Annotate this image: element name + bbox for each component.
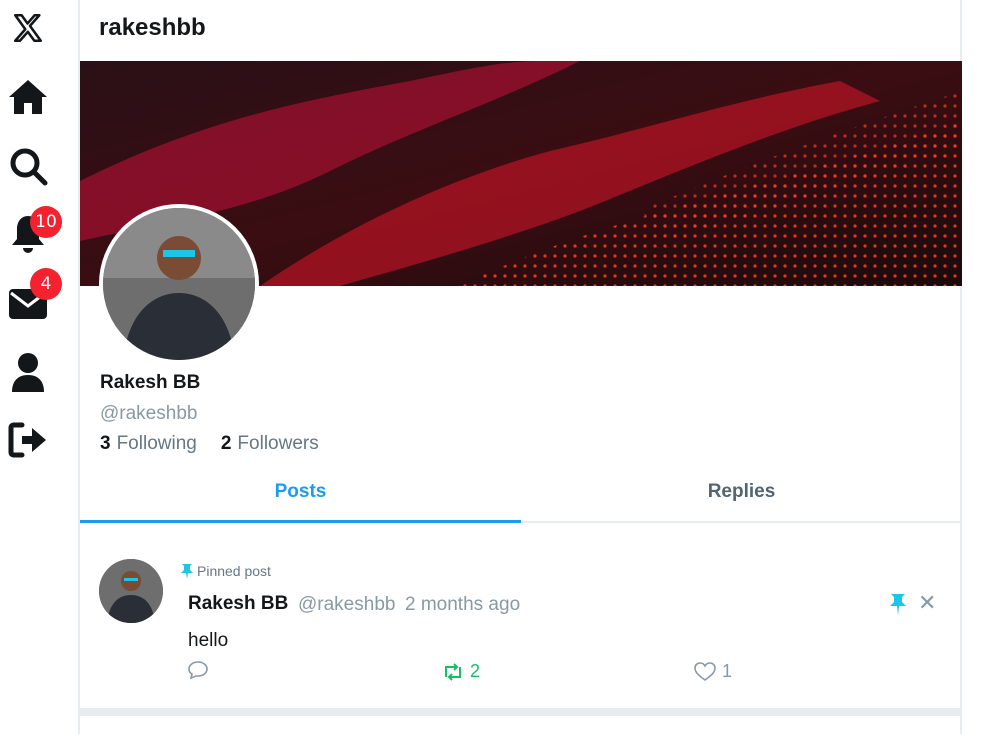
pin-small-icon: [181, 564, 193, 579]
tab-posts[interactable]: Posts: [80, 462, 521, 523]
messages-icon[interactable]: 4: [6, 268, 62, 326]
next-post-card: [80, 714, 962, 738]
search-icon[interactable]: [6, 144, 50, 188]
like-count: 1: [722, 661, 733, 681]
pinned-post-card[interactable]: Pinned post Rakesh BB @rakeshbb 2 months…: [80, 521, 962, 714]
notifications-badge: 10: [30, 206, 62, 238]
tab-replies[interactable]: Replies: [521, 462, 962, 521]
profile-icon[interactable]: [6, 350, 50, 394]
post-timestamp: 2 months ago: [405, 594, 521, 615]
retweet-icon: [445, 662, 461, 681]
followers-link[interactable]: 2 Followers: [221, 433, 319, 455]
profile-column: rakeshbb Rakesh BB @rakeshbb 3 Following…: [78, 0, 962, 734]
comment-icon: [188, 661, 208, 679]
home-icon[interactable]: [6, 75, 50, 119]
messages-badge: 4: [30, 268, 62, 300]
pinned-indicator: Pinned post: [180, 563, 271, 579]
post-author-name[interactable]: Rakesh BB: [188, 593, 288, 615]
heart-icon: [694, 661, 716, 681]
profile-avatar[interactable]: [99, 204, 259, 364]
logout-icon[interactable]: [6, 418, 50, 462]
profile-tabs: Posts Replies: [80, 462, 962, 523]
profile-stats: 3 Following 2 Followers: [100, 433, 319, 455]
close-icon[interactable]: ✕: [918, 592, 936, 614]
profile-handle: @rakeshbb: [100, 403, 198, 424]
x-logo-icon[interactable]: [6, 6, 50, 50]
reply-button[interactable]: [188, 661, 208, 679]
pin-icon[interactable]: [888, 593, 908, 620]
pinned-label: Pinned post: [197, 563, 271, 579]
following-label: Following: [116, 433, 197, 454]
page-title: rakeshbb: [99, 14, 206, 41]
following-count: 3: [100, 433, 111, 454]
like-button[interactable]: 1: [694, 661, 732, 682]
retweet-count: 2: [470, 661, 481, 681]
following-link[interactable]: 3 Following: [100, 433, 197, 455]
followers-label: Followers: [237, 433, 319, 454]
retweet-button[interactable]: 2: [442, 661, 480, 682]
post-author-handle: @rakeshbb: [298, 594, 396, 615]
profile-name: Rakesh BB: [100, 372, 201, 393]
followers-count: 2: [220, 433, 232, 454]
notifications-icon[interactable]: 10: [6, 206, 62, 256]
post-avatar[interactable]: [99, 559, 163, 623]
sidebar-nav: 10 4: [0, 0, 62, 734]
post-text: hello: [188, 630, 229, 651]
